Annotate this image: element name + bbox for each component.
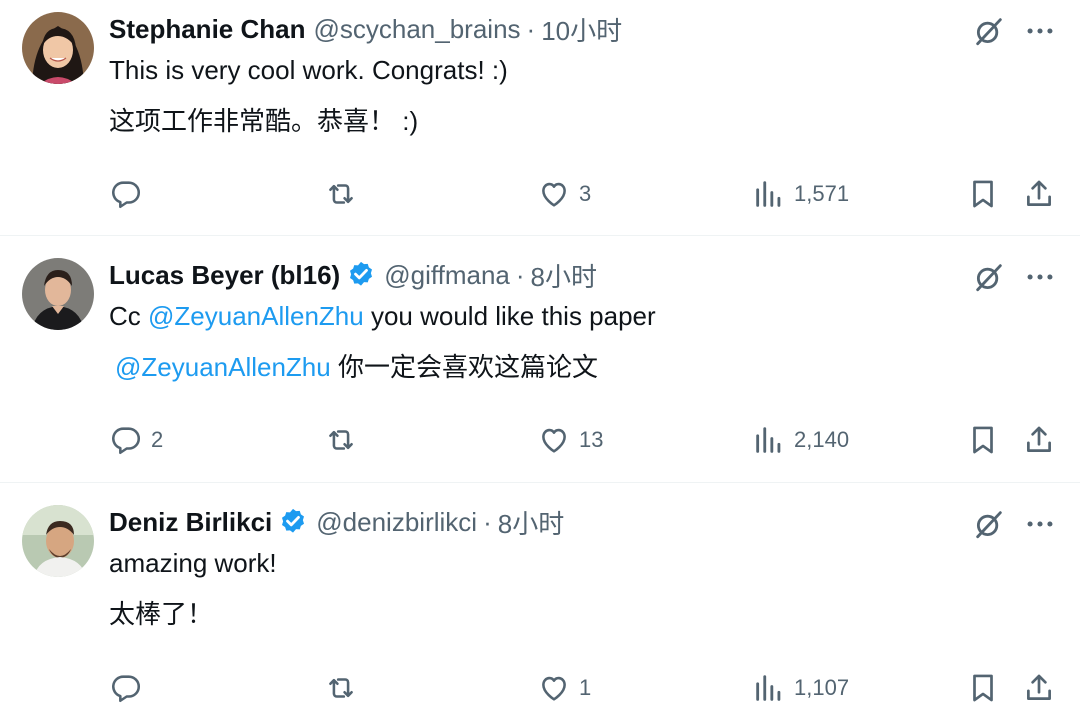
retweet-icon — [324, 423, 358, 457]
tweet-text: This is very cool work. Congrats! :) — [109, 55, 508, 85]
bookmark-icon — [966, 177, 1000, 211]
retweet-button[interactable] — [324, 671, 358, 705]
avatar[interactable] — [22, 505, 94, 577]
text-suffix: 你一定会喜欢这篇论文 — [330, 352, 598, 382]
views-button[interactable]: 2,140 — [752, 423, 849, 457]
tweet-translation: @ZeyuanAllenZhu 你一定会喜欢这篇论文 — [115, 350, 598, 384]
bookmark-icon — [966, 671, 1000, 705]
tweet-header: Stephanie Chan @scychan_brains · 10小时 — [109, 12, 622, 46]
views-count: 1,571 — [794, 181, 850, 206]
grok-icon[interactable] — [972, 260, 1006, 294]
views-button[interactable]: 1,571 — [752, 177, 849, 211]
retweet-button[interactable] — [324, 177, 358, 211]
timestamp[interactable]: 10小时 — [541, 11, 622, 48]
share-icon — [1022, 423, 1056, 457]
verified-badge-icon — [346, 260, 376, 290]
timestamp[interactable]: 8小时 — [531, 257, 597, 294]
tweet-text: amazing work! — [109, 548, 277, 578]
author-handle[interactable]: @denizbirlikci — [316, 507, 477, 538]
grok-icon[interactable] — [972, 14, 1006, 48]
reply-icon — [109, 423, 143, 457]
more-icon[interactable] — [1022, 260, 1058, 294]
avatar[interactable] — [22, 258, 94, 330]
tweet-translation: 这项工作非常酷。恭喜！ :) — [109, 106, 419, 136]
views-button[interactable]: 1,107 — [752, 671, 849, 705]
like-button[interactable]: 3 — [537, 177, 591, 211]
verified-badge-icon — [278, 507, 308, 537]
avatar[interactable] — [22, 12, 94, 84]
like-count: 3 — [579, 181, 592, 206]
separator-dot: · — [526, 13, 536, 44]
reply-button[interactable]: 2 — [109, 423, 163, 457]
text-suffix: you would like this paper — [363, 301, 656, 331]
views-count: 2,140 — [794, 427, 850, 452]
reply-icon — [109, 177, 143, 211]
tweet-text: Cc @ZeyuanAllenZhu you would like this p… — [109, 299, 656, 333]
share-button[interactable] — [1022, 671, 1056, 705]
author-name[interactable]: Deniz Birlikci — [109, 507, 272, 538]
like-icon — [537, 423, 571, 457]
views-icon — [752, 423, 786, 457]
bookmark-button[interactable] — [966, 177, 1000, 211]
separator-dot: · — [515, 259, 525, 290]
reply-button[interactable] — [109, 177, 151, 211]
like-button[interactable]: 1 — [537, 671, 591, 705]
mention-link[interactable]: @ZeyuanAllenZhu — [148, 301, 364, 331]
author-name[interactable]: Stephanie Chan — [109, 14, 305, 45]
separator-dot: · — [483, 506, 492, 537]
share-button[interactable] — [1022, 177, 1056, 211]
views-icon — [752, 671, 786, 705]
like-icon — [537, 177, 571, 211]
like-count: 1 — [579, 675, 592, 700]
reply-button[interactable] — [109, 671, 151, 705]
retweet-icon — [324, 177, 358, 211]
author-name[interactable]: Lucas Beyer (bl16) — [109, 260, 340, 291]
grok-icon[interactable] — [972, 507, 1006, 541]
share-icon — [1022, 177, 1056, 211]
retweet-icon — [324, 671, 358, 705]
like-button[interactable]: 13 — [537, 423, 603, 457]
like-icon — [537, 671, 571, 705]
bookmark-icon — [966, 423, 1000, 457]
timestamp[interactable]: 8小时 — [498, 504, 564, 541]
tweet-translation: 太棒了！ — [109, 599, 214, 629]
author-handle[interactable]: @giffmana — [384, 260, 510, 291]
tweet-header: Deniz Birlikci @denizbirlikci · 8小时 — [109, 505, 564, 539]
more-icon[interactable] — [1022, 507, 1058, 541]
text-prefix: Cc — [109, 301, 148, 331]
tweet[interactable]: Deniz Birlikci @denizbirlikci · 8小时 amaz… — [0, 483, 1080, 716]
views-count: 1,107 — [794, 675, 850, 700]
mention-link[interactable]: @ZeyuanAllenZhu — [115, 352, 331, 382]
more-icon[interactable] — [1022, 14, 1058, 48]
tweet[interactable]: Stephanie Chan @scychan_brains · 10小时 Th… — [0, 0, 1080, 235]
bookmark-button[interactable] — [966, 671, 1000, 705]
share-button[interactable] — [1022, 423, 1056, 457]
bookmark-button[interactable] — [966, 423, 1000, 457]
tweet-header: Lucas Beyer (bl16) @giffmana · 8小时 — [109, 258, 597, 292]
reply-icon — [109, 671, 143, 705]
tweet[interactable]: Lucas Beyer (bl16) @giffmana · 8小时 Cc @Z… — [0, 236, 1080, 482]
views-icon — [752, 177, 786, 211]
author-handle[interactable]: @scychan_brains — [313, 14, 520, 45]
share-icon — [1022, 671, 1056, 705]
retweet-button[interactable] — [324, 423, 358, 457]
reply-count: 2 — [151, 427, 164, 452]
like-count: 13 — [579, 427, 604, 452]
